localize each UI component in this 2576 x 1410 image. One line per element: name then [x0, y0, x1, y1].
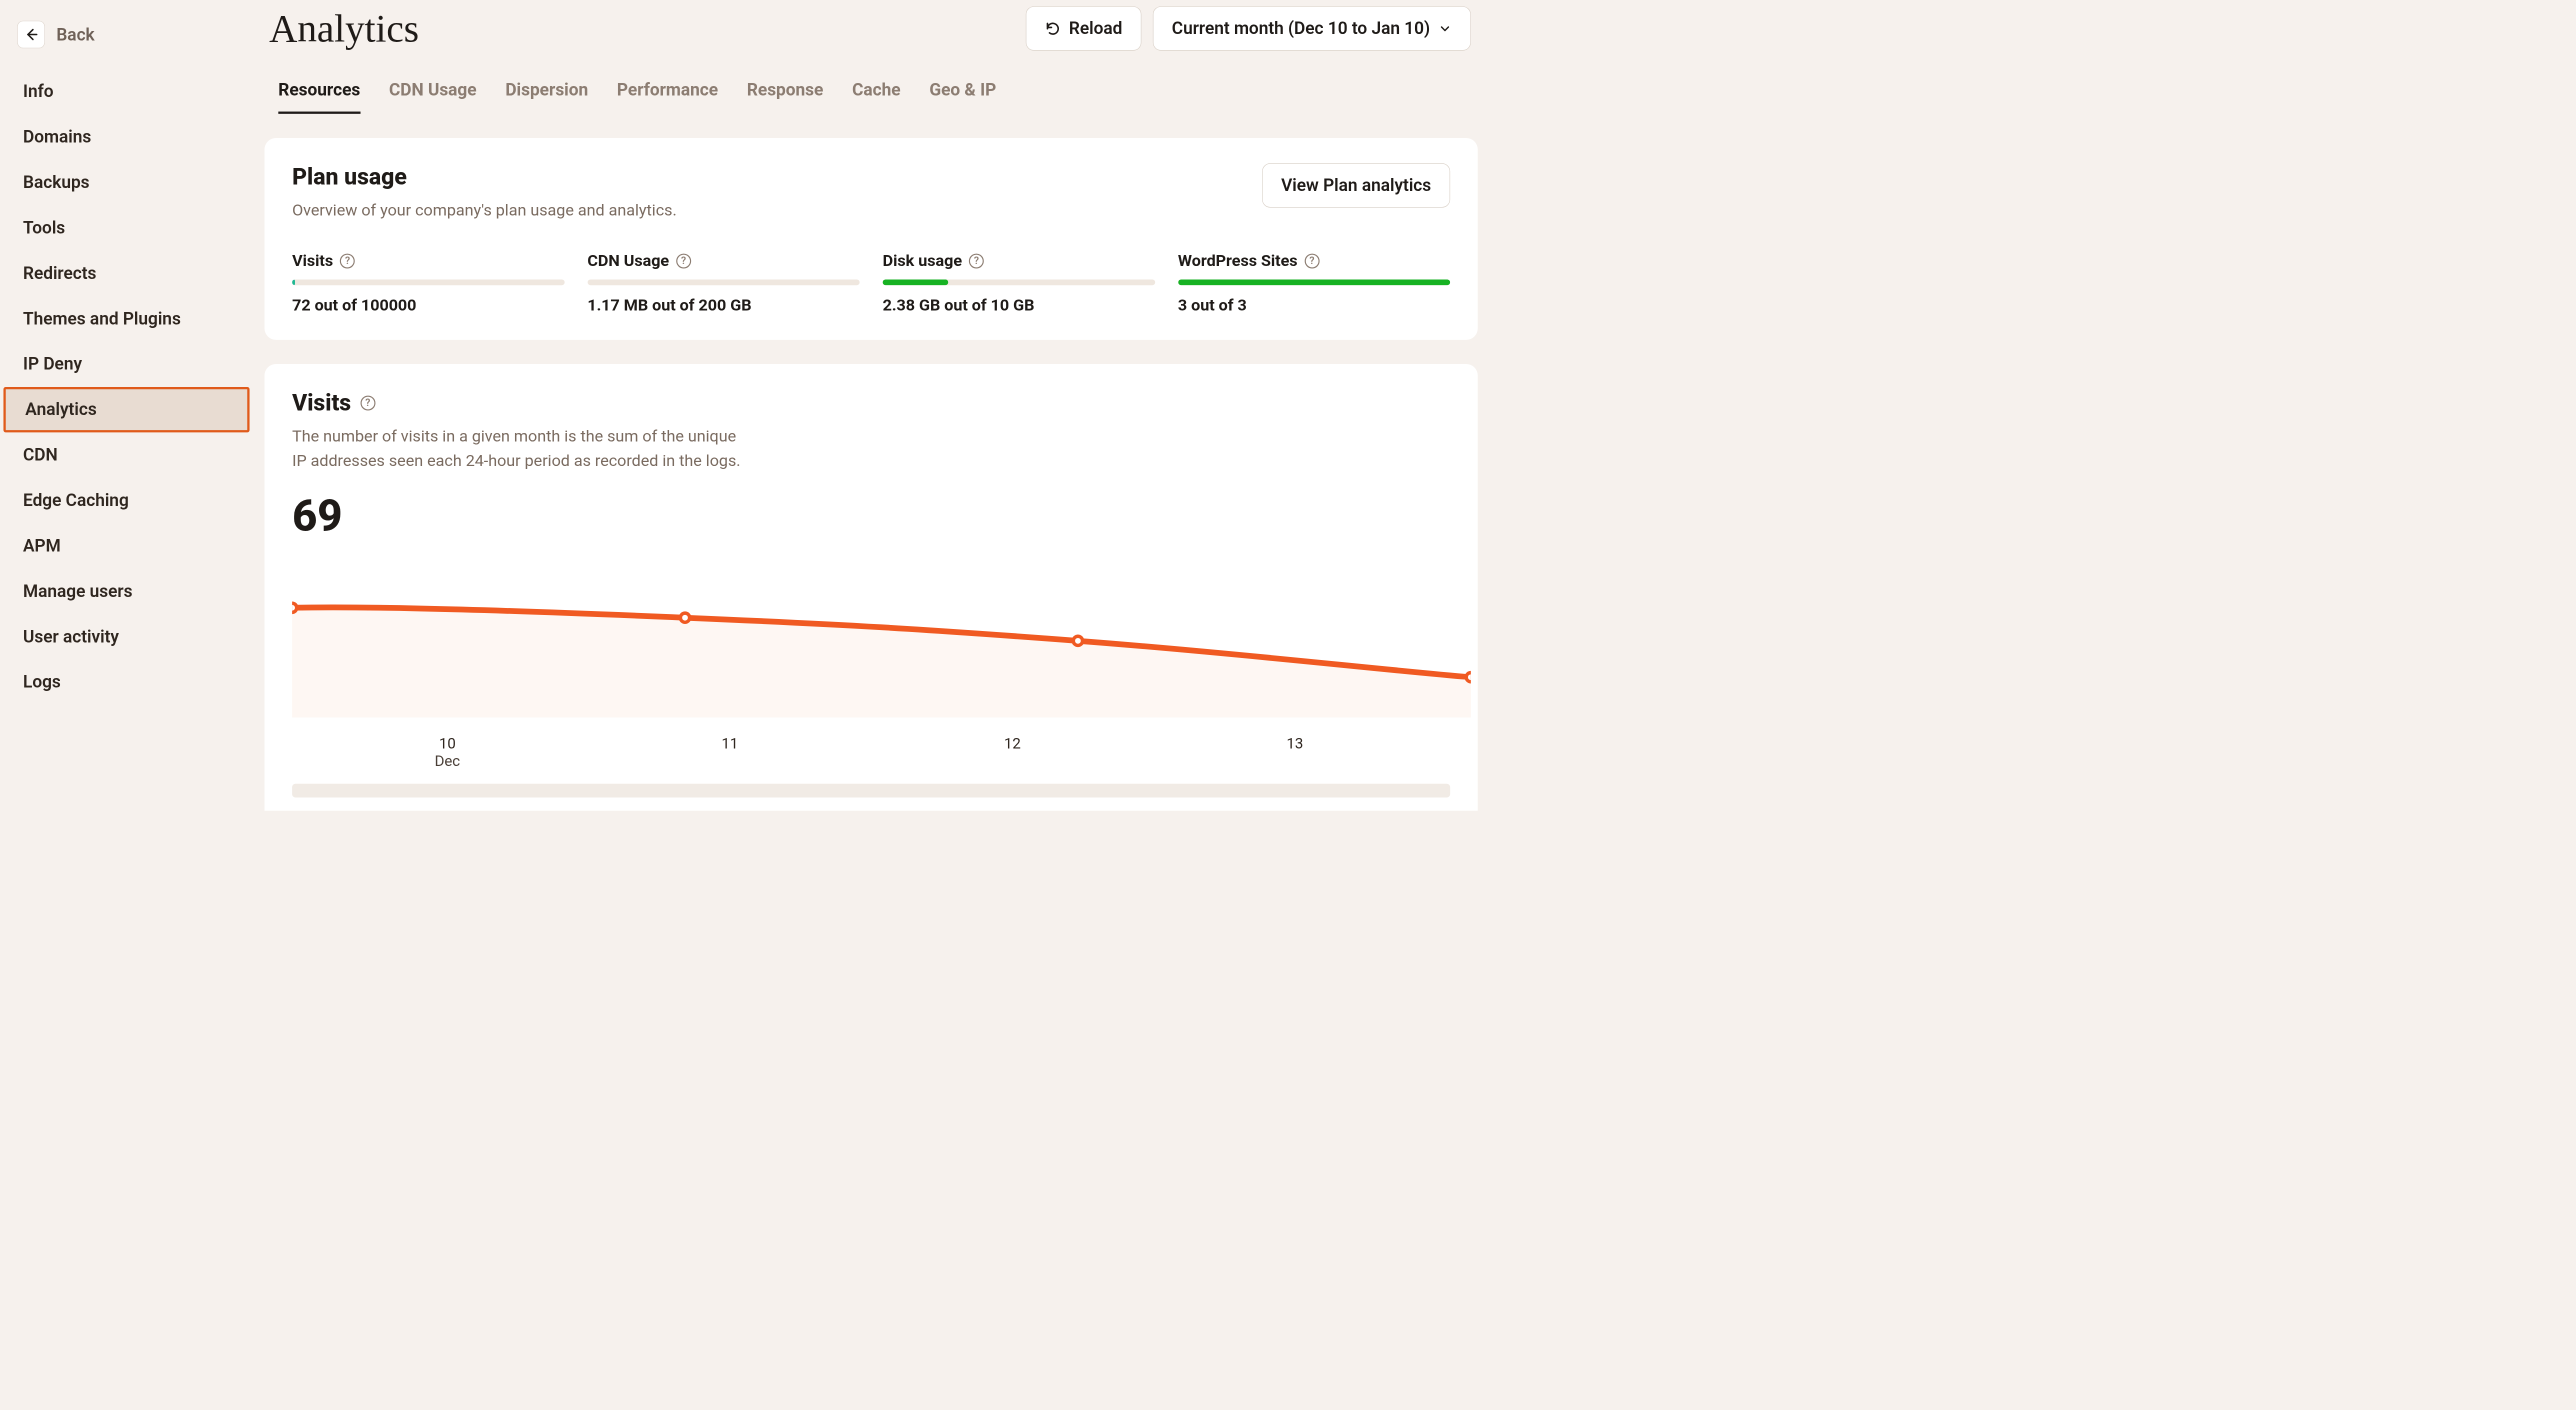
tab-geo-ip[interactable]: Geo & IP [929, 80, 996, 114]
reload-icon [1045, 20, 1061, 36]
metric-label: Disk usage [883, 251, 962, 270]
sidebar-item-redirects[interactable]: Redirects [0, 251, 253, 296]
tabs: Resources CDN Usage Dispersion Performance R… [265, 80, 1482, 114]
sidebar-item-themes-and-plugins[interactable]: Themes and Plugins [0, 296, 253, 341]
metric-cdn-usage: CDN Usage? 1.17 MB out of 200 GB [587, 251, 859, 314]
back-button[interactable] [17, 21, 45, 49]
date-range-dropdown[interactable]: Current month (Dec 10 to Jan 10) [1153, 6, 1471, 50]
sidebar-item-manage-users[interactable]: Manage users [0, 569, 253, 614]
visits-desc-line-1: The number of visits in a given month is… [292, 424, 740, 448]
plan-usage-subtitle: Overview of your company's plan usage an… [292, 198, 677, 222]
sidebar-item-info[interactable]: Info [0, 69, 253, 114]
metric-label: Visits [292, 251, 333, 270]
plan-usage-card: Plan usage Overview of your company's pl… [265, 138, 1478, 340]
progress-bar [883, 279, 1155, 285]
metric-value: 3 out of 3 [1178, 296, 1450, 315]
sidebar-item-cdn[interactable]: CDN [0, 432, 253, 477]
metric-value: 2.38 GB out of 10 GB [883, 296, 1155, 315]
sidebar-item-apm[interactable]: APM [0, 523, 253, 568]
help-icon[interactable]: ? [969, 253, 984, 268]
tab-resources[interactable]: Resources [278, 80, 360, 114]
help-icon[interactable]: ? [676, 253, 691, 268]
back-label: Back [56, 24, 94, 44]
arrow-left-icon [24, 27, 39, 42]
metric-label: CDN Usage [587, 251, 669, 270]
sidebar-item-analytics[interactable]: Analytics [3, 387, 249, 432]
plan-usage-title: Plan usage [292, 163, 677, 190]
help-icon[interactable]: ? [340, 253, 355, 268]
date-range-label: Current month (Dec 10 to Jan 10) [1172, 18, 1430, 38]
progress-bar [292, 279, 564, 285]
view-plan-analytics-button[interactable]: View Plan analytics [1262, 163, 1450, 207]
metric-value: 72 out of 100000 [292, 296, 564, 315]
x-tick: 11 [707, 735, 753, 770]
metric-visits: Visits? 72 out of 100000 [292, 251, 564, 314]
progress-bar [587, 279, 859, 285]
sidebar-item-user-activity[interactable]: User activity [0, 614, 253, 659]
sidebar-item-backups[interactable]: Backups [0, 160, 253, 205]
main-content: Analytics Reload Current month (Dec 10 t… [253, 0, 1481, 811]
x-tick: 12 [989, 735, 1035, 770]
sidebar-item-logs[interactable]: Logs [0, 660, 253, 705]
metric-value: 1.17 MB out of 200 GB [587, 296, 859, 315]
tab-dispersion[interactable]: Dispersion [505, 80, 588, 114]
x-tick: 10Dec [424, 735, 470, 770]
metric-wordpress-sites: WordPress Sites? 3 out of 3 [1178, 251, 1450, 314]
help-icon[interactable]: ? [1304, 253, 1319, 268]
sidebar: Back InfoDomainsBackupsToolsRedirectsThe… [0, 0, 253, 811]
tab-cdn-usage[interactable]: CDN Usage [389, 80, 477, 114]
sidebar-item-tools[interactable]: Tools [0, 205, 253, 250]
reload-label: Reload [1069, 18, 1122, 38]
visits-title: Visits [292, 389, 351, 416]
page-title: Analytics [265, 6, 419, 51]
help-icon[interactable]: ? [360, 395, 375, 410]
visits-desc-line-2: IP addresses seen each 24-hour period as… [292, 449, 740, 473]
visits-chart: 10Dec 11 12 13 [292, 551, 1450, 798]
tab-cache[interactable]: Cache [852, 80, 900, 114]
metric-label: WordPress Sites [1178, 251, 1298, 270]
chevron-down-icon [1438, 22, 1452, 36]
visits-total: 69 [292, 490, 1450, 542]
view-plan-analytics-label: View Plan analytics [1281, 175, 1431, 195]
tab-performance[interactable]: Performance [617, 80, 718, 114]
sidebar-item-domains[interactable]: Domains [0, 114, 253, 159]
chart-scrollbar[interactable] [292, 784, 1450, 798]
sidebar-item-ip-deny[interactable]: IP Deny [0, 342, 253, 387]
sidebar-item-edge-caching[interactable]: Edge Caching [0, 478, 253, 523]
visits-card: Visits ? The number of visits in a given… [265, 364, 1478, 811]
progress-bar [1178, 279, 1450, 285]
reload-button[interactable]: Reload [1026, 6, 1142, 50]
tab-response[interactable]: Response [747, 80, 824, 114]
x-tick: 13 [1272, 735, 1318, 770]
metric-disk-usage: Disk usage? 2.38 GB out of 10 GB [883, 251, 1155, 314]
